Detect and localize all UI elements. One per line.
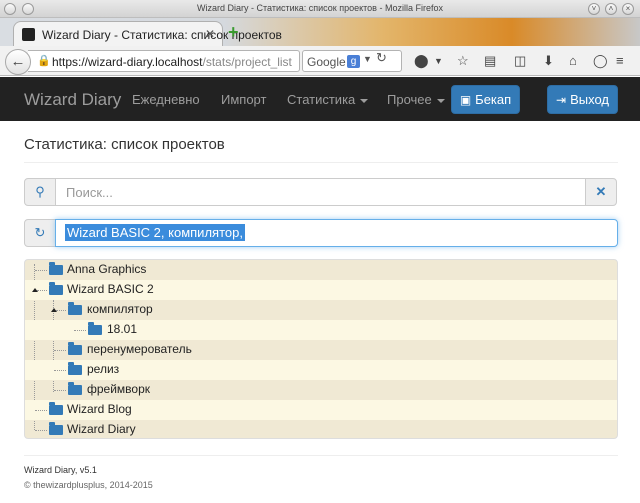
adblock-icon[interactable]: ⬤ <box>414 53 429 69</box>
path-group: ↻ Wizard BASIC 2, компилятор, <box>24 219 618 247</box>
favicon-icon <box>22 28 35 41</box>
tree-node-18-01[interactable]: 18.01 <box>25 320 617 340</box>
caret-icon <box>436 98 445 103</box>
home-icon[interactable]: ⌂ <box>569 53 577 68</box>
google-icon: g <box>347 55 360 68</box>
nav-other-dropdown[interactable]: Прочее <box>387 92 445 107</box>
tree-node-wizard-blog[interactable]: Wizard Blog <box>25 400 617 420</box>
reload-icon[interactable]: ↻ <box>376 50 387 66</box>
backup-button[interactable]: ▣ Бекап <box>451 85 520 114</box>
sync-icon[interactable]: ◯ <box>593 53 608 69</box>
brand-link[interactable]: Wizard Diary <box>24 90 121 110</box>
logout-icon: ⇥ <box>556 93 567 107</box>
tree-node-label: релиз <box>87 362 120 376</box>
folder-open-icon <box>68 342 82 355</box>
adblock-menu-icon[interactable]: ▼ <box>434 56 443 66</box>
close-window-icon[interactable]: × <box>622 3 634 15</box>
lock-icon: 🔒 <box>37 55 51 67</box>
window-titlebar: Wizard Diary - Статистика: список проект… <box>0 0 640 18</box>
tree-node-label: Wizard Diary <box>67 422 136 436</box>
divider <box>24 455 618 456</box>
logout-button[interactable]: ⇥ Выход <box>547 85 618 114</box>
maximize-icon[interactable]: ˄ <box>605 3 617 15</box>
project-tree: Anna Graphics Wizard BASIC 2 компилятор … <box>24 259 618 439</box>
selected-path: Wizard BASIC 2, компилятор, <box>65 224 245 241</box>
path-input[interactable]: Wizard BASIC 2, компилятор, <box>55 219 618 247</box>
search-icon: ⚲ <box>24 178 56 206</box>
chevron-down-icon[interactable]: ▼ <box>363 54 372 64</box>
browser-toolbar: 🔒 https://wizard-diary.localhost/stats/p… <box>0 46 640 76</box>
nav-daily-link[interactable]: Ежедневно <box>132 92 200 107</box>
tree-node-release[interactable]: релиз <box>25 360 617 380</box>
new-tab-icon[interactable]: + <box>228 23 244 41</box>
tab-label: Wizard Diary - Статистика: список проект… <box>42 28 282 42</box>
tree-node-anna-graphics[interactable]: Anna Graphics <box>25 260 617 280</box>
url-bar[interactable]: 🔒 https://wizard-diary.localhost/stats/p… <box>28 50 300 72</box>
tree-node-label: Wizard Blog <box>67 402 132 416</box>
hamburger-menu-icon[interactable]: ≡ <box>616 53 624 68</box>
nav-statistics-dropdown[interactable]: Статистика <box>287 92 369 107</box>
tree-node-framework[interactable]: фреймворк <box>25 380 617 400</box>
folder-open-icon <box>68 302 82 315</box>
search-group: ⚲ Поиск... ✕ <box>24 178 618 206</box>
tree-node-label: фреймворк <box>87 382 151 396</box>
pocket-icon[interactable]: ◫ <box>514 53 526 69</box>
folder-open-icon <box>49 282 63 295</box>
url-text: https://wizard-diary.localhost/stats/pro… <box>52 55 292 69</box>
footer-copyright: © thewizardplusplus, 2014-2015 <box>24 480 153 490</box>
search-input[interactable]: Поиск... <box>55 178 586 206</box>
folder-open-icon <box>68 362 82 375</box>
backup-icon: ▣ <box>459 93 472 107</box>
folder-open-icon <box>49 422 63 435</box>
folder-open-icon <box>68 382 82 395</box>
search-engine-label: Google <box>307 55 346 69</box>
browser-tab[interactable]: Wizard Diary - Статистика: список проект… <box>13 21 282 47</box>
tree-node-label: Wizard BASIC 2 <box>67 282 154 296</box>
search-bar[interactable]: Google g ▼ <box>302 50 402 72</box>
folder-open-icon <box>49 402 63 415</box>
back-button[interactable]: ← <box>5 49 31 75</box>
page-title: Статистика: список проектов <box>24 136 225 153</box>
caret-icon <box>360 98 369 103</box>
refresh-icon[interactable]: ↻ <box>24 219 56 247</box>
tree-node-wizard-basic[interactable]: Wizard BASIC 2 <box>25 280 617 300</box>
nav-import-link[interactable]: Импорт <box>221 92 266 107</box>
window-title: Wizard Diary - Статистика: список проект… <box>197 3 443 13</box>
app-navbar: Wizard Diary Ежедневно Импорт Статистика… <box>0 77 640 121</box>
folder-open-icon <box>88 322 102 335</box>
close-tab-icon[interactable]: ✕ <box>205 27 215 41</box>
bookmark-star-icon[interactable]: ☆ <box>457 53 469 69</box>
reading-list-icon[interactable]: ▤ <box>484 53 496 69</box>
tree-node-label: компилятор <box>87 302 153 316</box>
minimize-icon[interactable]: ˅ <box>588 3 600 15</box>
folder-open-icon <box>49 262 63 275</box>
tree-node-label: Anna Graphics <box>67 262 147 276</box>
download-icon[interactable]: ⬇ <box>543 53 554 69</box>
tree-node-compiler[interactable]: компилятор <box>25 300 617 320</box>
footer-version: Wizard Diary, v5.1 <box>24 465 97 475</box>
tab-strip: Wizard Diary - Статистика: список проект… <box>0 18 640 47</box>
tree-node-label: 18.01 <box>107 322 138 336</box>
divider <box>24 162 618 163</box>
clear-search-button[interactable]: ✕ <box>585 178 617 206</box>
tree-node-label: перенумерователь <box>87 342 192 356</box>
tree-node-wizard-diary[interactable]: Wizard Diary <box>25 420 617 438</box>
tree-node-renumberer[interactable]: перенумерователь <box>25 340 617 360</box>
